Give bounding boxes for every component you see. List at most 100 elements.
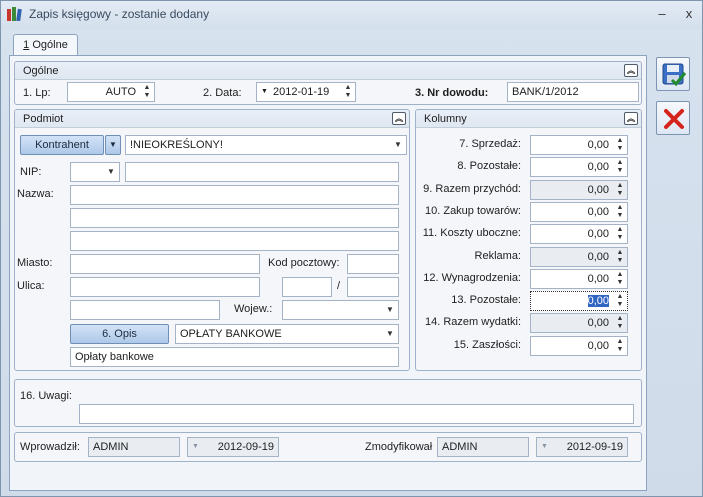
opis-text-field[interactable]: Opłaty bankowe bbox=[70, 347, 399, 367]
kolumny-row-value: 0,00 bbox=[587, 250, 609, 263]
chevron-down-icon[interactable]: ▼ bbox=[385, 325, 395, 343]
spin-arrows-icon[interactable]: ▲ ▼ bbox=[615, 338, 625, 354]
kolumny-row-label: 8. Pozostałe: bbox=[457, 160, 521, 173]
podmiot-group: Podmiot ︽ Kontrahent ▼ !NIEOKREŚLONY! ▼ … bbox=[14, 109, 410, 371]
nr-domu-field[interactable] bbox=[282, 277, 332, 297]
nazwa-field-1[interactable] bbox=[70, 185, 399, 205]
spin-arrows-icon[interactable]: ▲ ▼ bbox=[615, 226, 625, 242]
ulica-field[interactable] bbox=[70, 277, 260, 297]
data-label: 2. Data: bbox=[203, 87, 242, 99]
address-separator: / bbox=[337, 280, 341, 292]
collapse-up-icon[interactable]: ︽ bbox=[392, 112, 406, 125]
kontrahent-button[interactable]: Kontrahent bbox=[20, 135, 104, 155]
kolumny-row-field[interactable]: 0,00 ▲ ▼ bbox=[530, 268, 628, 289]
minimize-button[interactable]: – bbox=[652, 5, 672, 23]
kontrahent-field[interactable]: !NIEOKREŚLONY! ▼ bbox=[125, 135, 407, 155]
close-window-button[interactable]: x bbox=[679, 5, 699, 23]
spin-arrows-icon[interactable]: ▲ ▼ bbox=[615, 182, 625, 198]
save-button[interactable] bbox=[656, 57, 690, 91]
kolumny-row-field[interactable]: 0,00 ▲ ▼ bbox=[530, 201, 628, 222]
spin-arrows-icon[interactable]: ▲ ▼ bbox=[343, 84, 353, 100]
chevron-down-icon[interactable]: ▼ bbox=[106, 163, 116, 181]
spin-arrows-icon[interactable]: ▲ ▼ bbox=[615, 204, 625, 220]
nip-prefix-select[interactable]: ▼ bbox=[70, 162, 120, 182]
data-field[interactable]: ▼ 2012-01-19 ▲ ▼ bbox=[256, 82, 356, 102]
kolumny-row-value: 0,00 bbox=[587, 183, 609, 196]
kod-pocztowy-label: Kod pocztowy: bbox=[268, 257, 340, 269]
window-title: Zapis księgowy - zostanie dodany bbox=[29, 7, 210, 21]
podmiot-group-header: Podmiot ︽ bbox=[15, 110, 409, 128]
chevron-down-icon[interactable]: ▼ bbox=[385, 301, 395, 319]
spin-arrows-icon[interactable]: ▲ ▼ bbox=[615, 159, 625, 175]
kolumny-row-label: 12. Wynagrodzenia: bbox=[423, 271, 521, 284]
spin-arrows-icon[interactable]: ▲ ▼ bbox=[142, 84, 152, 100]
calendar-dropdown-icon[interactable]: ▼ bbox=[261, 83, 268, 101]
spin-arrows-icon[interactable]: ▲ ▼ bbox=[615, 137, 625, 153]
kolumny-row-value: 0,00 bbox=[587, 228, 609, 241]
ogolne-group: Ogólne ︽ 1. Lp: AUTO ▲ ▼ 2. Data: ▼ 2012-… bbox=[14, 61, 642, 105]
spin-arrows-icon[interactable]: ▲ ▼ bbox=[615, 249, 625, 265]
chevron-down-icon[interactable]: ▼ bbox=[393, 136, 403, 154]
kolumny-row-field: 0,00 ▲ ▼ bbox=[530, 179, 628, 200]
nazwa-field-2[interactable] bbox=[70, 208, 399, 228]
nip-label: NIP: bbox=[20, 166, 42, 178]
miasto-field[interactable] bbox=[70, 254, 260, 274]
spin-arrows-icon[interactable]: ▲ ▼ bbox=[615, 293, 625, 309]
chevron-down-icon: ▼ bbox=[109, 140, 117, 149]
tab-pane-ogolne: Ogólne ︽ 1. Lp: AUTO ▲ ▼ 2. Data: ▼ 2012-… bbox=[9, 55, 647, 491]
uwagi-field[interactable] bbox=[79, 404, 634, 424]
nr-dowodu-label: 3. Nr dowodu: bbox=[415, 87, 489, 99]
wprowadzil-user-field: ADMIN bbox=[88, 437, 180, 457]
kolumny-row-label: 9. Razem przychód: bbox=[423, 182, 521, 195]
kolumny-row-label: 13. Pozostałe: bbox=[451, 294, 521, 307]
zmodyfikowal-date: 2012-09-19 bbox=[566, 441, 623, 453]
spin-arrows-icon[interactable]: ▲ ▼ bbox=[615, 271, 625, 287]
wojew-label: Wojew.: bbox=[234, 303, 273, 315]
opis-category-value: OPŁATY BANKOWE bbox=[180, 328, 282, 340]
wprowadzil-date: 2012-09-19 bbox=[217, 441, 274, 453]
collapse-up-icon[interactable]: ︽ bbox=[624, 112, 638, 125]
audit-group: Wprowadził: ADMIN ▼ 2012-09-19 Zmodyfiko… bbox=[14, 432, 642, 462]
kolumny-row-field[interactable]: 0,00 ▲ ▼ bbox=[530, 291, 628, 312]
tab-label: Ogólne bbox=[29, 39, 68, 51]
ogolne-group-title: Ogólne bbox=[23, 65, 59, 77]
kontrahent-value: !NIEOKREŚLONY! bbox=[130, 139, 223, 151]
wojew-select[interactable]: ▼ bbox=[282, 300, 399, 320]
lp-value: AUTO bbox=[105, 86, 136, 98]
cancel-icon bbox=[664, 109, 684, 129]
kolumny-row-label: 7. Sprzedaż: bbox=[459, 138, 521, 150]
podmiot-group-title: Podmiot bbox=[23, 113, 64, 125]
zmodyfikowal-user-field: ADMIN bbox=[437, 437, 529, 457]
nr-lokalu-field[interactable] bbox=[347, 277, 399, 297]
title-bar: Zapis księgowy - zostanie dodany – x bbox=[1, 1, 702, 29]
kontrahent-type-dropdown[interactable]: ▼ bbox=[105, 135, 121, 155]
kolumny-row-field[interactable]: 0,00 ▲ ▼ bbox=[530, 135, 628, 155]
zmodyfikowal-label: Zmodyfikował bbox=[365, 441, 433, 453]
opis-category-select[interactable]: OPŁATY BANKOWE ▼ bbox=[175, 324, 399, 344]
kolumny-row-field[interactable]: 0,00 ▲ ▼ bbox=[530, 157, 628, 178]
kod-pocztowy-field[interactable] bbox=[347, 254, 399, 274]
spin-arrows-icon[interactable]: ▲ ▼ bbox=[615, 315, 625, 331]
nazwa-label: Nazwa: bbox=[17, 188, 54, 200]
lp-field[interactable]: AUTO ▲ ▼ bbox=[67, 82, 155, 102]
opis-button-label: 6. Opis bbox=[102, 328, 137, 340]
save-icon bbox=[662, 63, 687, 87]
kolumny-row-value: 0,00 bbox=[587, 295, 609, 308]
kolumny-row-field[interactable]: 0,00 ▲ ▼ bbox=[530, 335, 628, 356]
calendar-dropdown-icon: ▼ bbox=[541, 443, 548, 450]
tab-ogolne[interactable]: 1 Ogólne bbox=[13, 34, 78, 56]
lp-label: 1. Lp: bbox=[23, 87, 51, 99]
opis-button[interactable]: 6. Opis bbox=[70, 324, 169, 344]
kolumny-row-label: 14. Razem wydatki: bbox=[425, 316, 521, 329]
wprowadzil-date-field: ▼ 2012-09-19 bbox=[187, 437, 279, 457]
poczta-field[interactable] bbox=[70, 300, 220, 320]
nr-dowodu-field[interactable]: BANK/1/2012 bbox=[507, 82, 639, 102]
kolumny-row-field[interactable]: 0,00 ▲ ▼ bbox=[530, 224, 628, 245]
wprowadzil-user: ADMIN bbox=[93, 441, 129, 453]
kolumny-row-field: 0,00 ▲ ▼ bbox=[530, 246, 628, 267]
cancel-button[interactable] bbox=[656, 101, 690, 135]
nazwa-field-3[interactable] bbox=[70, 231, 399, 251]
nip-field[interactable] bbox=[125, 162, 399, 182]
kolumny-row-value: 0,00 bbox=[587, 161, 609, 174]
collapse-up-icon[interactable]: ︽ bbox=[624, 64, 638, 77]
